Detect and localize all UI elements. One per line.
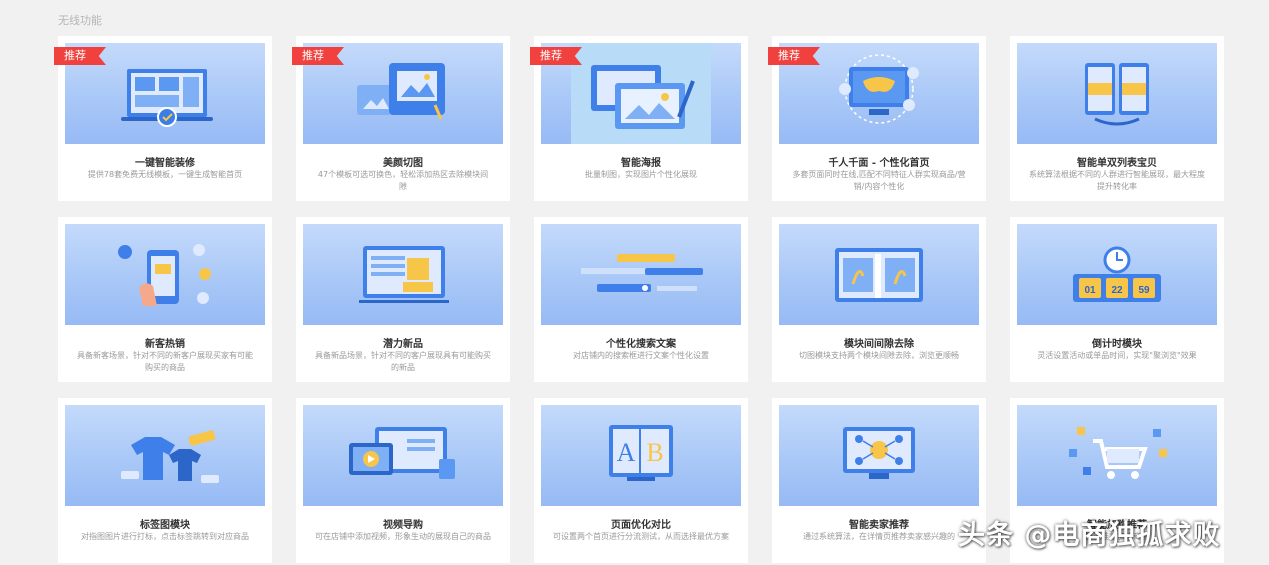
card-desc: 通过系统算法，在详情页推荐卖家感兴趣的	[803, 532, 955, 541]
card-desc: 具备新客场景，针对不同的新客户展现买家有可能购买的商品	[77, 351, 253, 372]
ab-test-icon: A B	[541, 405, 741, 506]
new-box-icon	[303, 224, 503, 325]
card-desc: 提供78套免费无线模板，一键生成智能首页	[87, 170, 243, 179]
feature-card[interactable]: 模块间间隙去除 切图模块支持两个模块间隙去除，浏览更顺畅	[772, 217, 986, 382]
phone-hand-icon	[65, 224, 265, 325]
card-desc: 对店铺内的搜索框进行文案个性化设置	[573, 351, 709, 360]
card-desc: 切图模块支持两个模块间隙去除，浏览更顺畅	[799, 351, 959, 360]
gap-remove-icon	[779, 224, 979, 325]
feature-card[interactable]: 推荐 千人千面 - 个性化首页 多套页面同时在线,匹配不同特征人群实现商品/营销…	[768, 36, 986, 201]
search-bars-icon	[541, 224, 741, 325]
card-title: 智能卖家推荐	[849, 520, 909, 531]
card-title: 新客热销	[145, 339, 185, 350]
watermark-text: 头条 @电商独孤求败	[958, 520, 1221, 551]
feature-card[interactable]: 推荐 美颜切图 47个模板可选可换色，轻松添加热区去除模块间隙	[292, 36, 510, 201]
countdown-digit: 01	[1084, 285, 1096, 296]
feature-card[interactable]: 推荐 一键智能装修 提供78套免费无线模板，一键生成智能首页	[54, 36, 272, 201]
card-desc: 可在店铺中添加视频，形象生动的展现自己的商品	[315, 532, 491, 541]
card-desc: 对指图图片进行打标，点击标签跳转到对应商品	[81, 532, 249, 541]
video-play-icon	[303, 405, 503, 506]
countdown-digit: 59	[1138, 285, 1150, 296]
card-desc: 系统算法根据不同的人群进行智能展现，最大程度提升转化率	[1029, 170, 1205, 191]
card-title: 模块间间隙去除	[844, 339, 914, 350]
recommend-badge: 推荐	[292, 47, 344, 65]
card-title: 美颜切图	[383, 158, 423, 169]
card-title: 智能海报	[621, 158, 661, 169]
recommend-badge: 推荐	[530, 47, 582, 65]
variant-letter: A	[617, 438, 636, 467]
feature-grid: 推荐 一键智能装修 提供78套免费无线模板，一键生成智能首页 推荐 美颜切图 4…	[54, 36, 1224, 563]
feature-card[interactable]: 智能卖家推荐 通过系统算法，在详情页推荐卖家感兴趣的	[772, 398, 986, 563]
recommend-network-icon	[779, 405, 979, 506]
card-desc: 批量制图，实现图片个性化展现	[585, 170, 697, 179]
feature-card[interactable]: 01 22 59 倒计时模块 灵活设置活动或单品时间，实现"聚浏览"效果	[1010, 217, 1224, 382]
feature-card[interactable]: 智能单双列表宝贝 系统算法根据不同的人群进行智能展现，最大程度提升转化率	[1010, 36, 1224, 201]
card-title: 倒计时模块	[1092, 339, 1142, 350]
feature-card[interactable]: A B 页面优化对比 可设置两个首页进行分流测试，从而选择最优方案	[534, 398, 748, 563]
clothes-tag-icon	[65, 405, 265, 506]
card-desc: 可设置两个首页进行分流测试，从而选择最优方案	[553, 532, 729, 541]
countdown-clock-icon: 01 22 59	[1017, 224, 1217, 325]
card-desc: 47个模板可选可换色，轻松添加热区去除模块间隙	[317, 170, 489, 191]
feature-card[interactable]: 新客热销 具备新客场景，针对不同的新客户展现买家有可能购买的商品	[58, 217, 272, 382]
card-desc: 具备新品场景，针对不同的客户展现具有可能购买的新品	[315, 351, 491, 372]
feature-card[interactable]: 标签图模块 对指图图片进行打标，点击标签跳转到对应商品	[58, 398, 272, 563]
countdown-digit: 22	[1111, 285, 1123, 296]
card-title: 潜力新品	[383, 339, 423, 350]
card-title: 一键智能装修	[135, 158, 195, 169]
section-title: 无线功能	[58, 14, 102, 27]
card-title: 页面优化对比	[611, 520, 671, 531]
card-desc: 灵活设置活动或单品时间，实现"聚浏览"效果	[1037, 351, 1197, 360]
feature-card[interactable]: 视频导购 可在店铺中添加视频，形象生动的展现自己的商品	[296, 398, 510, 563]
shopping-cart-icon	[1017, 405, 1217, 506]
variant-letter: B	[646, 438, 663, 467]
card-title: 千人千面 - 个性化首页	[828, 158, 930, 169]
card-desc: 多套页面同时在线,匹配不同特征人群实现商品/营销/内容个性化	[792, 170, 966, 191]
feature-card[interactable]: 潜力新品 具备新品场景，针对不同的客户展现具有可能购买的新品	[296, 217, 510, 382]
recommend-badge: 推荐	[54, 47, 106, 65]
dual-phone-icon	[1017, 43, 1217, 144]
recommend-badge: 推荐	[768, 47, 820, 65]
feature-card[interactable]: 推荐 智能海报 批量制图，实现图片个性化展现	[530, 36, 748, 201]
card-title: 个性化搜索文案	[606, 339, 676, 350]
card-title: 标签图模块	[140, 520, 190, 531]
card-title: 视频导购	[383, 520, 423, 531]
feature-card[interactable]: 个性化搜索文案 对店铺内的搜索框进行文案个性化设置	[534, 217, 748, 382]
card-title: 智能单双列表宝贝	[1077, 158, 1157, 169]
